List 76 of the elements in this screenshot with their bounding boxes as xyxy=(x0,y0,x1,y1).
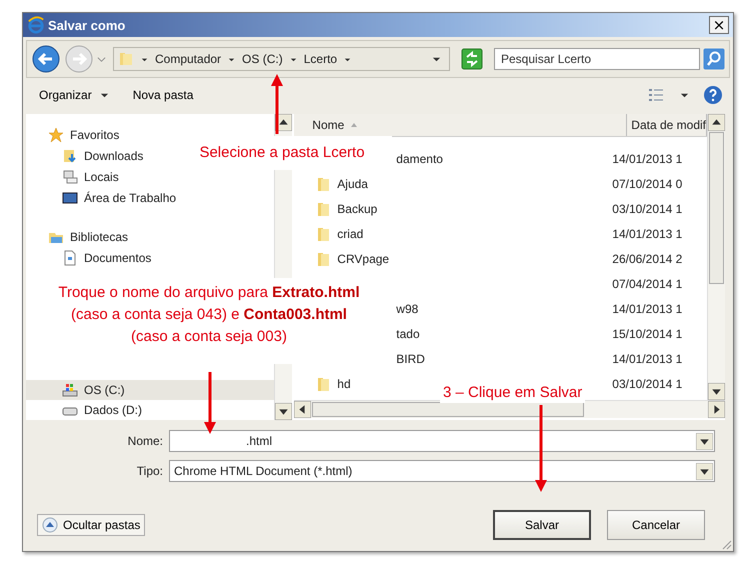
breadcrumb[interactable]: OS (C:) xyxy=(242,52,283,66)
help-icon[interactable] xyxy=(703,85,723,105)
scrollbar[interactable] xyxy=(707,114,725,400)
modified-date: 07/04/2014 1 xyxy=(612,276,682,290)
file-name[interactable]: criad xyxy=(337,226,364,240)
file-name[interactable]: Ajuda xyxy=(337,176,368,190)
search-button[interactable] xyxy=(703,48,725,70)
scrollbar-thumb[interactable] xyxy=(312,402,584,417)
save-button[interactable]: Salvar xyxy=(493,510,591,540)
download-folder-icon xyxy=(62,148,78,164)
system-drive-icon xyxy=(62,382,78,398)
browser-logo-icon xyxy=(27,16,45,34)
file-name[interactable]: CRVpage xyxy=(337,252,390,266)
star-icon xyxy=(48,126,64,142)
navigation-group[interactable]: Bibliotecas xyxy=(70,230,128,244)
scroll-up-button[interactable] xyxy=(708,114,725,131)
navigation-item[interactable]: Locais xyxy=(26,166,125,187)
modified-date: 14/01/2013 1 xyxy=(612,352,682,366)
file-name[interactable]: w98 xyxy=(396,302,418,316)
modified-date: 14/01/2013 1 xyxy=(612,302,682,316)
desktop-icon xyxy=(62,190,78,206)
navigation-item[interactable]: Documentos xyxy=(26,247,158,268)
annotation-text: 3 – Clique em Salvar xyxy=(440,383,586,403)
modified-date: 07/10/2014 0 xyxy=(612,176,682,190)
pointer-arrow xyxy=(271,74,283,134)
dropdown-caret-icon[interactable] xyxy=(696,432,713,450)
navigation-item[interactable]: Área de Trabalho xyxy=(26,187,182,208)
dropdown-caret-icon[interactable] xyxy=(696,462,713,480)
scroll-right-button[interactable] xyxy=(708,401,725,418)
scrollbar-thumb[interactable] xyxy=(709,132,724,284)
navigation-item[interactable]: Dados (D:) xyxy=(26,400,148,420)
computer-icon xyxy=(62,168,78,184)
resize-grip-icon[interactable] xyxy=(720,538,732,550)
scroll-down-button[interactable] xyxy=(708,383,725,400)
document-icon xyxy=(62,250,78,266)
file-name[interactable]: hd xyxy=(337,376,351,390)
history-caret-icon[interactable] xyxy=(97,54,106,64)
scroll-left-button[interactable] xyxy=(294,401,312,418)
modified-date: 14/01/2013 1 xyxy=(612,226,682,240)
folder-icon xyxy=(118,51,134,67)
navigation-group[interactable]: Favoritos xyxy=(70,128,120,142)
navigation-item[interactable]: Downloads xyxy=(26,145,150,166)
scrollbar[interactable] xyxy=(294,400,725,418)
modified-date: 03/10/2014 1 xyxy=(612,202,682,216)
modified-date: 15/10/2014 1 xyxy=(612,326,682,340)
organize-menu-button[interactable]: Organizar xyxy=(37,86,94,104)
combo-field[interactable]: Chrome HTML Document (*.html) xyxy=(169,460,715,482)
field-label: Tipo: xyxy=(136,464,164,478)
scroll-down-button[interactable] xyxy=(275,403,292,420)
field-label: Nome: xyxy=(126,434,164,448)
dropdown-caret-icon[interactable] xyxy=(432,54,441,64)
breadcrumb[interactable]: Computador xyxy=(155,52,222,66)
chevron-up-icon xyxy=(42,517,58,533)
file-name[interactable]: damento xyxy=(396,152,443,166)
hide-folders-button[interactable]: Ocultar pastas xyxy=(37,514,146,536)
modified-date: 03/10/2014 1 xyxy=(612,376,682,390)
refresh-button[interactable] xyxy=(461,48,483,70)
combo-field[interactable]: .html xyxy=(169,430,715,452)
caret-icon[interactable] xyxy=(100,90,109,100)
modified-date: 26/06/2014 2 xyxy=(612,252,682,266)
breadcrumb[interactable]: Lcerto xyxy=(304,52,338,66)
back-button[interactable] xyxy=(31,44,61,74)
file-name[interactable]: Backup xyxy=(337,202,378,216)
caret-icon[interactable] xyxy=(680,90,689,100)
pointer-arrow xyxy=(204,372,216,434)
window-title: Salvar como xyxy=(48,18,126,32)
close-button[interactable]: × xyxy=(709,16,729,34)
cancel-button[interactable]: Cancelar xyxy=(607,510,705,540)
file-name[interactable]: BIRD xyxy=(396,352,425,366)
navigation-item[interactable]: OS (C:) xyxy=(26,380,274,400)
new-folder-button[interactable]: Nova pasta xyxy=(130,86,196,104)
file-name[interactable]: tado xyxy=(396,326,420,340)
search-field[interactable]: Pesquisar Lcerto xyxy=(494,48,700,70)
view-list-icon[interactable] xyxy=(648,87,664,103)
address-bar[interactable]: Computador OS (C:) Lcerto xyxy=(113,47,450,71)
modified-date: 14/01/2013 1 xyxy=(612,152,682,166)
